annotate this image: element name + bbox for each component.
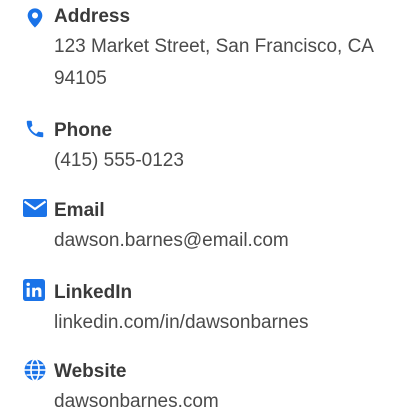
- contact-label: Address: [54, 6, 131, 27]
- linkedin-icon: [23, 279, 45, 301]
- address-text[interactable]: 123 Market Street, San Francisco, CA 941…: [54, 31, 404, 95]
- phone-number[interactable]: (415) 555-0123: [54, 145, 404, 177]
- contact-label: Phone: [54, 120, 113, 141]
- contact-label: Website: [54, 361, 127, 382]
- contact-label: LinkedIn: [54, 282, 133, 303]
- globe-icon: [23, 358, 47, 382]
- phone-icon: [24, 118, 46, 140]
- email-link[interactable]: dawson.barnes@email.com: [54, 225, 404, 257]
- linkedin-link[interactable]: linkedin.com/in/dawsonbarnes: [54, 307, 404, 339]
- envelope-icon: [22, 198, 48, 218]
- contact-list: Address 123 Market Street, San Francisco…: [0, 0, 413, 419]
- website-link[interactable]: dawsonbarnes.com: [54, 386, 404, 418]
- contact-label: Email: [54, 200, 105, 221]
- map-pin-icon: [24, 6, 46, 30]
